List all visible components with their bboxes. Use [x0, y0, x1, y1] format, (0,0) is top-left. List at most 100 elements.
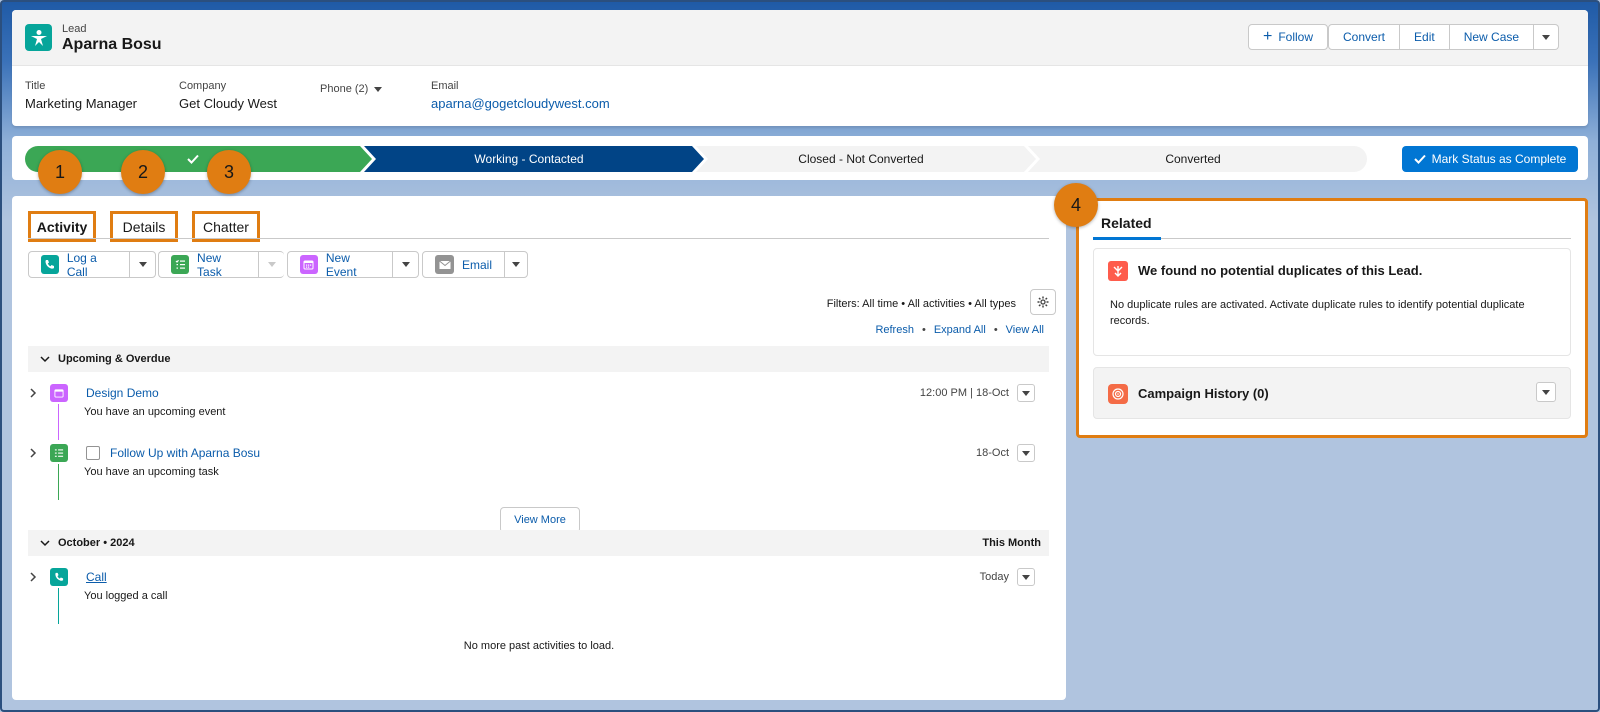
new-event-button-group: New Event [287, 250, 419, 279]
chevron-down-icon [1542, 389, 1550, 395]
convert-button[interactable]: Convert [1328, 24, 1401, 50]
new-task-button-group: New Task [158, 251, 284, 279]
chevron-down-icon [1022, 450, 1030, 456]
active-tab-indicator [1093, 237, 1161, 240]
october-header-label: October • 2024 [58, 537, 135, 549]
timeline-links: Refresh • Expand All • View All [875, 324, 1044, 336]
chevron-down-icon [1022, 574, 1030, 580]
email-button-group: Email [422, 251, 528, 278]
timeline-connector [58, 404, 59, 440]
timeline-connector [58, 464, 59, 500]
calendar-icon [300, 255, 318, 274]
timeline-item-call: Call You logged a call Today [28, 566, 1049, 624]
record-header: Lead Aparna Bosu + Follow Convert Edit N… [12, 10, 1588, 126]
event-menu-button[interactable] [1017, 384, 1035, 402]
this-month-label: This Month [982, 537, 1041, 549]
new-event-dropdown[interactable] [393, 252, 418, 277]
duplicates-card: We found no potential duplicates of this… [1093, 248, 1571, 356]
event-subtitle: You have an upcoming event [84, 406, 226, 418]
email-dropdown[interactable] [505, 252, 527, 277]
check-icon [1413, 154, 1426, 164]
related-panel: Related We found no potential duplicates… [1076, 198, 1588, 438]
new-case-button[interactable]: New Case [1449, 24, 1535, 50]
phone-icon [50, 568, 68, 586]
header-highlights: Lead Aparna Bosu + Follow Convert Edit N… [12, 10, 1588, 66]
upcoming-section-header[interactable]: Upcoming & Overdue [28, 346, 1049, 372]
calendar-icon [50, 384, 68, 402]
activity-panel: Activity Details Chatter Log a Call New … [12, 196, 1066, 700]
email-field: Email aparna@gogetcloudywest.com [431, 80, 610, 111]
refresh-link[interactable]: Refresh [875, 324, 914, 336]
chevron-down-icon [40, 355, 50, 362]
plus-icon: + [1263, 28, 1273, 45]
chevron-down-icon [1022, 390, 1030, 396]
lead-icon [25, 24, 52, 51]
email-link[interactable]: aparna@gogetcloudywest.com [431, 96, 610, 111]
log-call-dropdown[interactable] [130, 252, 155, 277]
more-actions-button[interactable] [1534, 24, 1560, 50]
upcoming-header-label: Upcoming & Overdue [58, 353, 171, 365]
tab-related[interactable]: Related [1101, 215, 1152, 231]
campaign-icon [1108, 384, 1128, 404]
merge-icon [1108, 261, 1128, 281]
chevron-down-icon [138, 262, 147, 267]
campaign-history-card[interactable]: Campaign History (0) [1093, 367, 1571, 419]
task-complete-checkbox[interactable] [86, 446, 100, 460]
view-all-link[interactable]: View All [1006, 324, 1044, 336]
timeline-connector [58, 588, 59, 624]
path-label-closed: Closed - Not Converted [798, 152, 924, 166]
expand-all-link[interactable]: Expand All [934, 324, 986, 336]
follow-button[interactable]: + Follow [1248, 24, 1329, 50]
call-date: Today [979, 571, 1009, 583]
chevron-right-icon[interactable] [30, 448, 37, 458]
task-subtitle: You have an upcoming task [84, 466, 219, 478]
timeline-item-event: Design Demo You have an upcoming event 1… [28, 382, 1049, 440]
path-label-current: Working - Contacted [474, 152, 584, 166]
phone-label: Phone (2) [320, 83, 369, 95]
new-event-button[interactable]: New Event [288, 250, 394, 279]
gear-icon [1037, 296, 1049, 308]
duplicates-text: No duplicate rules are activated. Activa… [1110, 299, 1525, 327]
call-subtitle: You logged a call [84, 590, 168, 602]
filters-summary[interactable]: Filters: All time • All activities • All… [827, 298, 1016, 310]
log-call-button[interactable]: Log a Call [29, 250, 131, 279]
new-task-button[interactable]: New Task [159, 251, 260, 279]
callout-badge-2: 2 [121, 150, 165, 194]
chevron-down-icon [512, 262, 520, 267]
campaign-menu-button[interactable] [1536, 382, 1556, 402]
duplicates-title: We found no potential duplicates of this… [1138, 263, 1423, 278]
follow-group: + Follow [1248, 24, 1329, 50]
log-call-label: Log a Call [66, 250, 97, 279]
email-icon [435, 255, 454, 274]
chevron-right-icon[interactable] [30, 388, 37, 398]
title-value: Marketing Manager [25, 96, 137, 111]
campaign-history-title: Campaign History (0) [1138, 386, 1269, 401]
tabs-divider [1093, 238, 1571, 239]
email-button[interactable]: Email [423, 252, 506, 277]
task-menu-button[interactable] [1017, 444, 1035, 462]
october-section-header[interactable]: October • 2024 This Month [28, 530, 1049, 556]
task-title-link[interactable]: Follow Up with Aparna Bosu [110, 446, 260, 460]
task-icon [50, 444, 68, 462]
phone-icon [41, 255, 59, 274]
company-label: Company [179, 80, 227, 92]
callout-badge-4: 4 [1054, 183, 1098, 227]
callout-badge-3: 3 [207, 150, 251, 194]
new-event-label: New Event [325, 250, 357, 279]
task-icon [171, 255, 190, 274]
chevron-right-icon[interactable] [30, 572, 37, 582]
call-title-link[interactable]: Call [86, 570, 107, 584]
filter-settings-button[interactable] [1030, 289, 1056, 315]
edit-button[interactable]: Edit [1400, 24, 1450, 50]
event-title-link[interactable]: Design Demo [86, 386, 159, 400]
mark-status-complete-button[interactable]: Mark Status as Complete [1402, 146, 1578, 172]
email-label: Email [462, 257, 493, 272]
new-task-dropdown[interactable] [259, 252, 284, 277]
path-label-converted: Converted [1165, 152, 1221, 166]
call-menu-button[interactable] [1017, 568, 1035, 586]
title-label: Title [25, 80, 46, 92]
event-date: 12:00 PM | 18-Oct [919, 387, 1009, 399]
chevron-down-icon [1542, 34, 1551, 40]
link-separator: • [921, 324, 926, 336]
phone-dropdown[interactable]: Phone (2) [320, 83, 383, 95]
